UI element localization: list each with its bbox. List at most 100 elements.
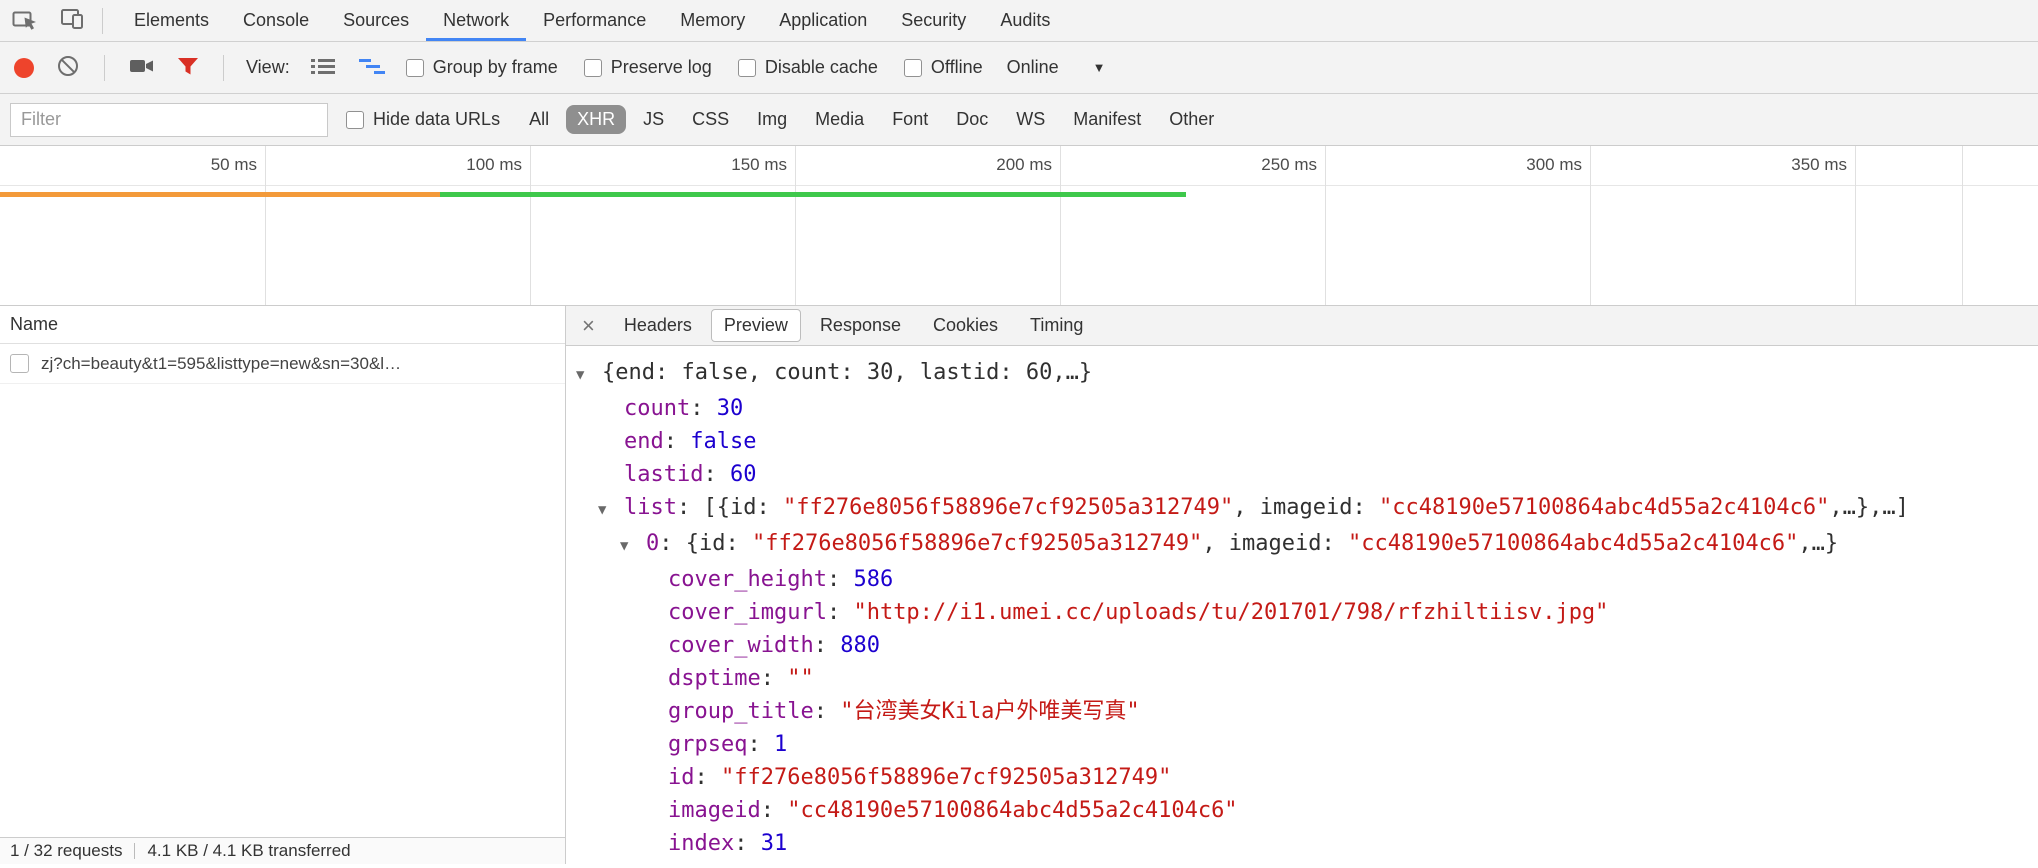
timeline-gridline <box>1855 146 1856 305</box>
disclosure-triangle-icon[interactable]: ▼ <box>620 530 646 563</box>
checkbox-hide-data-urls[interactable]: Hide data URLs <box>346 109 500 130</box>
device-toolbar-button[interactable] <box>58 5 88 36</box>
clear-button[interactable] <box>54 52 82 83</box>
show-overview-button[interactable] <box>356 54 388 81</box>
disclosure-triangle-icon[interactable]: ▼ <box>576 359 602 392</box>
tree-line[interactable]: ▼{end: false, count: 30, lastid: 60,…} <box>576 356 2038 392</box>
checkbox-box[interactable] <box>904 59 922 77</box>
details-tabbar: × HeadersPreviewResponseCookiesTiming <box>566 306 2038 346</box>
devtools-tabbar: ElementsConsoleSourcesNetworkPerformance… <box>0 0 2038 42</box>
throttling-select[interactable]: Online ▼ <box>1007 57 1106 78</box>
tree-line[interactable]: cover_width: 880 <box>642 629 2038 662</box>
checkbox-box[interactable] <box>738 59 756 77</box>
tab-network[interactable]: Network <box>426 0 526 41</box>
resource-type-filters: AllXHRJSCSSImgMediaFontDocWSManifestOthe… <box>518 105 1225 134</box>
tab-console[interactable]: Console <box>226 0 326 41</box>
capture-screenshots-button[interactable] <box>127 53 157 82</box>
checkbox-label: Group by frame <box>433 57 558 78</box>
tab-audits[interactable]: Audits <box>983 0 1067 41</box>
checkbox-box[interactable] <box>406 59 424 77</box>
devtools-window: ElementsConsoleSourcesNetworkPerformance… <box>0 0 2038 864</box>
filter-type-css[interactable]: CSS <box>681 105 740 134</box>
tab-sources[interactable]: Sources <box>326 0 426 41</box>
filter-type-ws[interactable]: WS <box>1005 105 1056 134</box>
table-row[interactable]: zj?ch=beauty&t1=595&listtype=new&sn=30&l… <box>0 344 565 384</box>
network-toolbar: View: Group by frame Preserve log Disable … <box>0 42 2038 94</box>
checkbox-offline[interactable]: Offline <box>904 57 983 78</box>
checkbox-disable-cache[interactable]: Disable cache <box>738 57 878 78</box>
timeline-tick-label: 50 ms <box>147 155 257 175</box>
tree-line[interactable]: index: 31 <box>642 827 2038 860</box>
tab-application[interactable]: Application <box>762 0 884 41</box>
tree-line[interactable]: cover_height: 586 <box>642 563 2038 596</box>
details-tab-headers[interactable]: Headers <box>611 309 705 342</box>
view-label: View: <box>246 57 290 78</box>
tree-segment-string: "http://i1.umei.cc/uploads/tu/201701/798… <box>853 600 1608 625</box>
tree-segment-key: list <box>624 495 677 520</box>
tree-segment-number: 30 <box>717 396 744 421</box>
filter-type-xhr[interactable]: XHR <box>566 105 626 134</box>
column-header-name[interactable]: Name <box>0 306 565 344</box>
tree-line[interactable]: group_title: "台湾美女Kila户外唯美写真" <box>642 695 2038 728</box>
tree-segment-key: cover_width <box>668 633 814 658</box>
large-request-rows-button[interactable] <box>308 54 338 81</box>
tree-segment-key: count <box>624 396 690 421</box>
filter-type-media[interactable]: Media <box>804 105 875 134</box>
tree-segment-plain: : [{id: <box>677 495 783 520</box>
filter-type-other[interactable]: Other <box>1158 105 1225 134</box>
filter-toggle-button[interactable] <box>175 54 201 81</box>
filter-type-font[interactable]: Font <box>881 105 939 134</box>
tab-security[interactable]: Security <box>884 0 983 41</box>
timeline-overview[interactable]: 50 ms100 ms150 ms200 ms250 ms300 ms350 m… <box>0 146 2038 306</box>
tree-line[interactable]: imageid: "cc48190e57100864abc4d55a2c4104… <box>642 794 2038 827</box>
details-tab-timing[interactable]: Timing <box>1017 309 1096 342</box>
tree-line[interactable]: id: "ff276e8056f58896e7cf92505a312749" <box>642 761 2038 794</box>
tab-elements[interactable]: Elements <box>117 0 226 41</box>
checkbox-box[interactable] <box>346 111 364 129</box>
tree-line[interactable]: cover_imgurl: "http://i1.umei.cc/uploads… <box>642 596 2038 629</box>
tree-segment-key: cover_imgurl <box>668 600 827 625</box>
chevron-down-icon: ▼ <box>1093 60 1106 75</box>
tree-segment-key: group_title <box>668 699 814 724</box>
filter-type-manifest[interactable]: Manifest <box>1062 105 1152 134</box>
checkbox-group-by-frame[interactable]: Group by frame <box>406 57 558 78</box>
details-tab-preview[interactable]: Preview <box>711 309 801 342</box>
details-tab-cookies[interactable]: Cookies <box>920 309 1011 342</box>
tab-performance[interactable]: Performance <box>526 0 663 41</box>
disclosure-triangle-icon[interactable]: ▼ <box>598 494 624 527</box>
preview-pane: ▼{end: false, count: 30, lastid: 60,…}co… <box>566 346 2038 864</box>
tree-segment-plain: : <box>695 765 722 790</box>
tree-segment-key: grpseq <box>668 732 747 757</box>
inspect-element-button[interactable] <box>10 5 40 36</box>
tree-segment-plain: ,…} <box>1798 531 1838 556</box>
toolbar-divider <box>102 8 103 34</box>
tab-memory[interactable]: Memory <box>663 0 762 41</box>
tree-segment-plain: : <box>814 633 841 658</box>
details-tabs: HeadersPreviewResponseCookiesTiming <box>611 309 1097 342</box>
tree-line[interactable]: lastid: 60 <box>598 458 2038 491</box>
tree-segment-string: "cc48190e57100864abc4d55a2c4104c6" <box>1348 531 1798 556</box>
details-tab-response[interactable]: Response <box>807 309 914 342</box>
timeline-gridline <box>1962 146 1963 305</box>
filter-type-js[interactable]: JS <box>632 105 675 134</box>
filter-type-doc[interactable]: Doc <box>945 105 999 134</box>
record-button[interactable] <box>12 56 36 80</box>
filter-type-all[interactable]: All <box>518 105 560 134</box>
filter-input[interactable] <box>10 103 328 137</box>
tree-line[interactable]: dsptime: "" <box>642 662 2038 695</box>
tree-line[interactable]: ▼list: [{id: "ff276e8056f58896e7cf92505a… <box>598 491 2038 527</box>
checkbox-box[interactable] <box>584 59 602 77</box>
checkbox-preserve-log[interactable]: Preserve log <box>584 57 712 78</box>
network-main: Name zj?ch=beauty&t1=595&listtype=new&sn… <box>0 306 2038 864</box>
tree-line[interactable]: end: false <box>598 425 2038 458</box>
tree-line[interactable]: ▼0: {id: "ff276e8056f58896e7cf92505a3127… <box>620 527 2038 563</box>
tree-segment-plain: : <box>761 798 788 823</box>
tree-segment-plain: : <box>827 567 854 592</box>
close-details-button[interactable]: × <box>572 315 605 337</box>
filter-type-img[interactable]: Img <box>746 105 798 134</box>
tree-line[interactable]: grpseq: 1 <box>642 728 2038 761</box>
tree-segment-key: cover_height <box>668 567 827 592</box>
clear-icon <box>56 54 80 81</box>
tree-line[interactable]: count: 30 <box>598 392 2038 425</box>
timeline-tick-label: 100 ms <box>412 155 522 175</box>
